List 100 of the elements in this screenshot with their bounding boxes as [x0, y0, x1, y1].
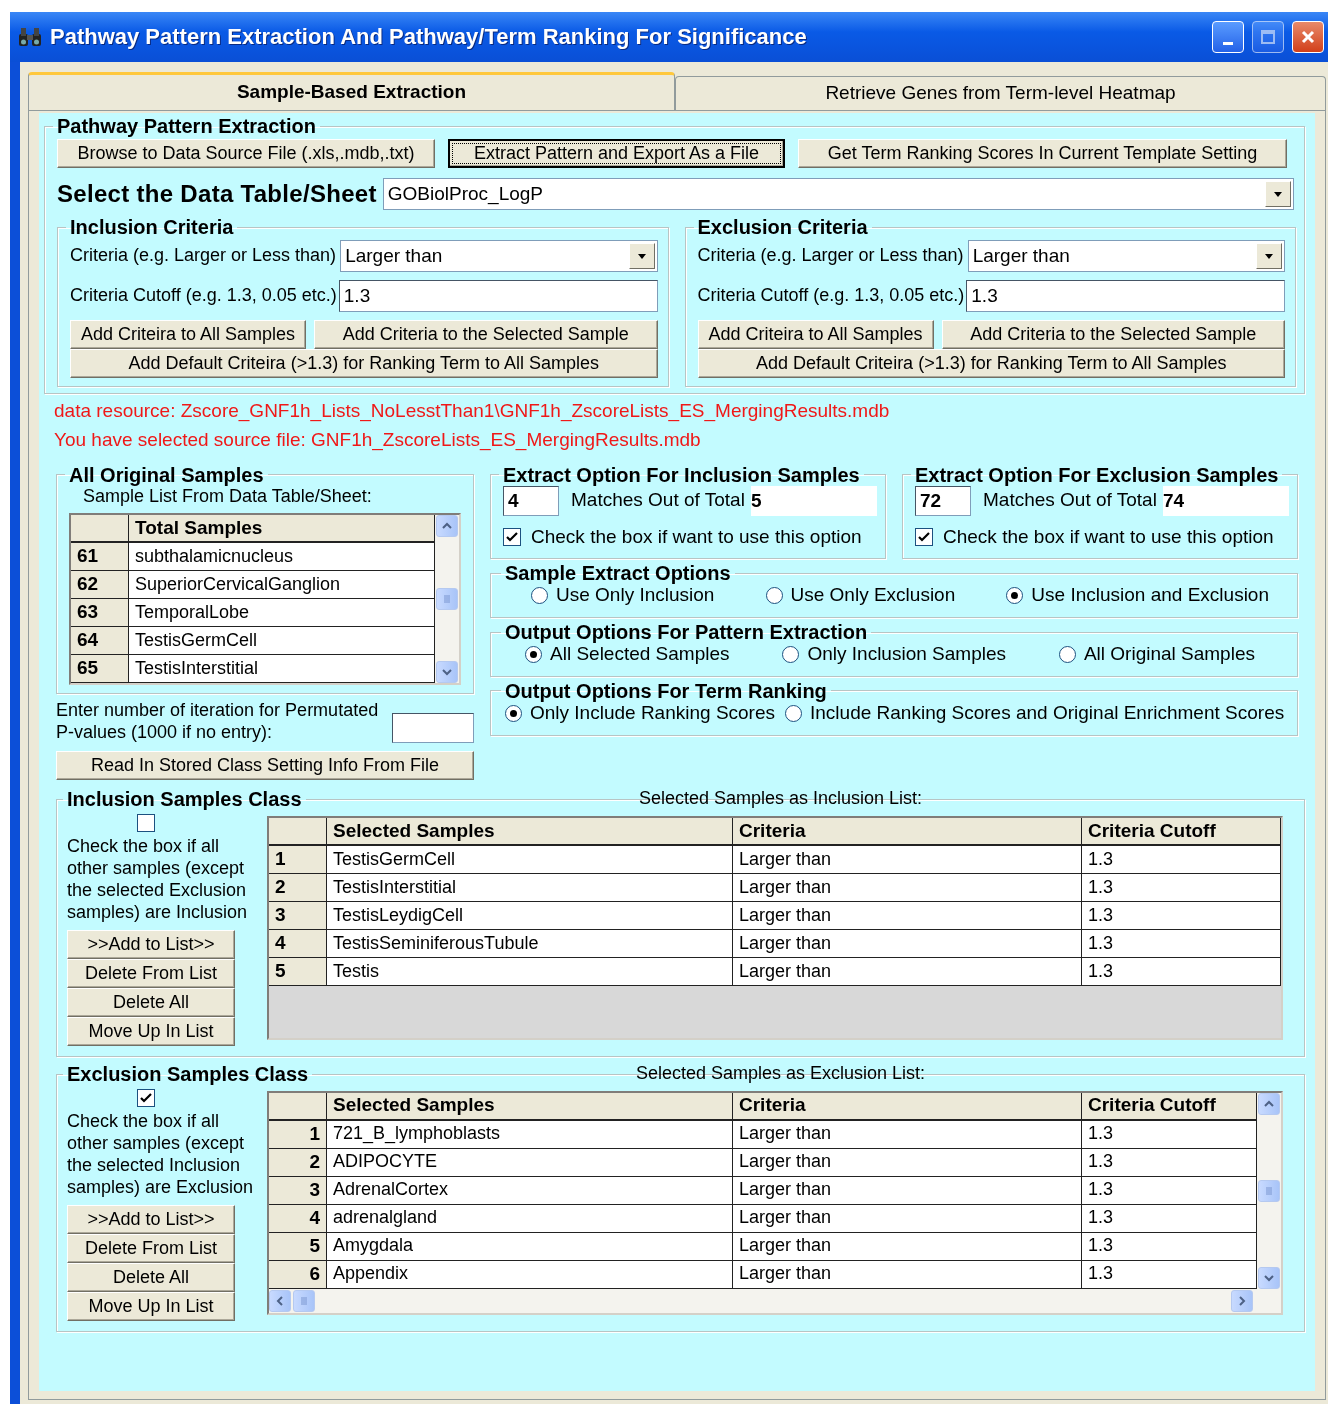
- group-title: Exclusion Criteria: [696, 216, 869, 238]
- button[interactable]: Delete All: [67, 988, 235, 1018]
- group-title: Sample Extract Options: [504, 562, 732, 585]
- table-cell: Testis: [327, 957, 733, 986]
- radio-button[interactable]: [1058, 646, 1076, 664]
- group-title: Extract Option For Inclusion Samples: [502, 463, 861, 486]
- field-label: Criteria Cutoff (e.g. 1.3, 0.05 etc.): [697, 285, 965, 307]
- button[interactable]: Move Up In List: [67, 1017, 235, 1047]
- group-title: Exclusion Samples Class: [66, 1063, 310, 1086]
- total-field[interactable]: 5: [750, 485, 877, 516]
- scroll-thumb[interactable]: [293, 1289, 315, 1312]
- iteration-field[interactable]: [392, 713, 474, 744]
- option-label: Include Ranking Scores and Original Enrichment Scores: [810, 702, 1285, 725]
- scroll-down-button[interactable]: [1258, 1266, 1280, 1289]
- row-header: 4: [269, 929, 327, 958]
- group-title: All Original Samples: [68, 463, 265, 486]
- radio-button[interactable]: [525, 646, 542, 664]
- dropdown-button[interactable]: [1265, 181, 1291, 207]
- checkbox[interactable]: [137, 1089, 155, 1108]
- group-title: Output Options For Term Ranking: [504, 680, 828, 702]
- maximize-button[interactable]: [1252, 21, 1284, 53]
- group-title: Extract Option For Exclusion Samples: [914, 463, 1280, 486]
- scroll-up-button[interactable]: [436, 515, 458, 538]
- scroll-thumb[interactable]: [436, 588, 458, 611]
- checkbox-label: Check the box if all other samples (except the selected Exclusion samples) are Inclusion: [67, 836, 249, 925]
- button[interactable]: Move Up In List: [67, 1292, 235, 1321]
- button[interactable]: >>Add to List>>: [67, 930, 235, 960]
- scroll-left-button[interactable]: [269, 1289, 291, 1312]
- button[interactable]: Add Criteria to the Selected Sample: [941, 320, 1285, 349]
- table-cell: Larger than: [733, 1148, 1082, 1177]
- option-label: Only Inclusion Samples: [807, 643, 1006, 666]
- button[interactable]: Add Criteira to All Samples: [697, 320, 934, 349]
- scroll-down-button[interactable]: [436, 661, 458, 684]
- column-header: Total Samples: [129, 515, 435, 544]
- scroll-right-button[interactable]: [1231, 1289, 1253, 1312]
- group-title: Inclusion Criteria: [69, 216, 235, 238]
- list-caption: Sample List From Data Table/Sheet:: [83, 485, 373, 508]
- button[interactable]: Add Criteira to All Samples: [70, 320, 306, 349]
- checkbox[interactable]: [137, 814, 155, 833]
- status-message: data resource: Zscore_GNF1h_Lists_NoLesstThan1\GNF1h_ZscoreLists_ES_MergingResults.mdb: [54, 400, 891, 423]
- cutoff-field[interactable]: 1.3: [966, 280, 1285, 312]
- button[interactable]: Add Criteria to the Selected Sample: [314, 320, 658, 349]
- field-label: Criteria (e.g. Larger or Less than): [70, 245, 337, 267]
- button[interactable]: Delete From List: [67, 1234, 235, 1263]
- table-cell: TemporalLobe: [129, 599, 435, 628]
- dropdown-button[interactable]: [628, 243, 655, 269]
- checkbox[interactable]: [503, 528, 521, 546]
- checkbox[interactable]: [915, 528, 933, 546]
- field-label: Matches Out of Total: [983, 489, 1157, 512]
- button[interactable]: Delete All: [67, 1263, 235, 1292]
- criteria-dropdown[interactable]: Larger than: [967, 240, 1285, 272]
- field-label: Matches Out of Total: [571, 489, 745, 512]
- button[interactable]: Read In Stored Class Setting Info From File: [56, 751, 474, 781]
- button[interactable]: Add Default Criteira (>1.3) for Ranking Term to All Samples: [70, 349, 658, 378]
- button[interactable]: Delete From List: [67, 959, 235, 989]
- radio-button[interactable]: [785, 704, 802, 722]
- list-caption: Selected Samples as Inclusion List:: [638, 788, 923, 810]
- option-label: Use Only Inclusion: [556, 584, 715, 608]
- radio-button[interactable]: [531, 587, 548, 605]
- table-dropdown[interactable]: GOBiolProc_LogP: [382, 178, 1294, 210]
- scroll-up-button[interactable]: [1258, 1092, 1280, 1115]
- group-title: Inclusion Samples Class: [66, 788, 303, 811]
- column-header: Criteria Cutoff: [1082, 1092, 1257, 1121]
- criteria-dropdown[interactable]: Larger than: [340, 240, 658, 272]
- radio-button[interactable]: [1006, 587, 1024, 605]
- row-header: 63: [71, 599, 129, 628]
- option-label: Use Only Exclusion: [790, 584, 956, 608]
- total-field[interactable]: 74: [1162, 485, 1289, 516]
- radio-button[interactable]: [765, 587, 783, 605]
- group-title: Pathway Pattern Extraction: [56, 115, 317, 137]
- cutoff-field[interactable]: 1.3: [338, 280, 658, 312]
- radio-button[interactable]: [505, 704, 522, 722]
- tab[interactable]: Retrieve Genes from Term-level Heatmap: [675, 76, 1326, 110]
- table-cell: Larger than: [733, 1120, 1082, 1149]
- maximize-icon: [1260, 29, 1276, 45]
- matches-field[interactable]: 72: [915, 485, 971, 516]
- button[interactable]: >>Add to List>>: [67, 1205, 235, 1234]
- button[interactable]: Extract Pattern and Export As a File: [448, 139, 785, 168]
- button[interactable]: Get Term Ranking Scores In Current Template Setting: [798, 139, 1287, 168]
- radio-button[interactable]: [782, 646, 800, 664]
- table-cell: 1.3: [1082, 1260, 1257, 1289]
- field-label: Enter number of iteration for Permutated P-values (1000 if no entry):: [56, 700, 380, 744]
- table-cell: Larger than: [733, 929, 1082, 958]
- minimize-button[interactable]: [1212, 21, 1244, 53]
- button[interactable]: Browse to Data Source File (.xls,.mdb,.txt): [57, 139, 435, 168]
- tab[interactable]: Sample-Based Extraction: [28, 72, 675, 110]
- field-label: Criteria Cutoff (e.g. 1.3, 0.05 etc.): [70, 285, 337, 307]
- matches-field[interactable]: 4: [503, 485, 559, 516]
- table-cell: 1.3: [1082, 901, 1281, 930]
- row-header: 65: [71, 655, 129, 684]
- scroll-thumb[interactable]: [1258, 1179, 1280, 1202]
- row-header: 2: [269, 1148, 327, 1177]
- table-cell: SuperiorCervicalGanglion: [129, 571, 435, 600]
- table-cell: Larger than: [733, 901, 1082, 930]
- dropdown-button[interactable]: [1256, 243, 1282, 269]
- column-header: Criteria Cutoff: [1082, 817, 1281, 846]
- close-button[interactable]: [1292, 21, 1324, 53]
- corner-header: [269, 817, 327, 846]
- checkbox-label: Check the box if all other samples (except the selected Inclusion samples) are Exclusion: [67, 1111, 255, 1199]
- button[interactable]: Add Default Criteira (>1.3) for Ranking Term to All Samples: [697, 349, 1285, 378]
